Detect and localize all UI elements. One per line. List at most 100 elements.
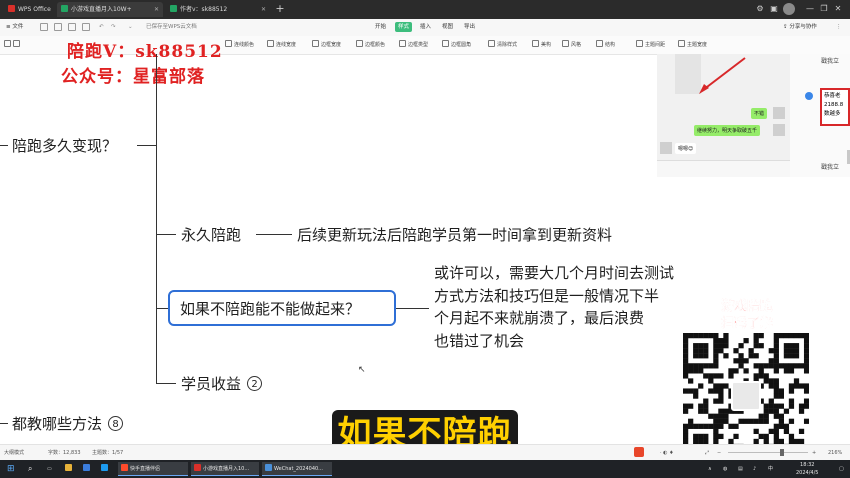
border-type-button[interactable]: 边框类型 <box>399 40 428 50</box>
collapsed-count-badge[interactable]: 8 <box>108 416 124 431</box>
app-icon[interactable] <box>98 462 112 476</box>
undo-icon[interactable]: ↶ <box>96 22 107 32</box>
topic-permanent[interactable]: 永久陪跑 <box>181 224 241 245</box>
chat-bubble-right: 不错 <box>751 108 768 119</box>
zoom-slider[interactable] <box>728 452 808 453</box>
zoom-level[interactable]: 216% <box>828 449 842 457</box>
line-color-button[interactable]: 连线颜色 <box>225 40 254 50</box>
print-icon[interactable] <box>68 23 76 31</box>
zoom-slider-handle[interactable] <box>780 449 784 456</box>
menu-start[interactable]: 开始 <box>372 22 389 32</box>
menu-file[interactable]: ≡ 文件 <box>3 22 26 32</box>
zoom-out-button[interactable]: − <box>717 449 721 457</box>
chat-avatar <box>773 124 785 136</box>
taskbar-wechat-file[interactable]: WeChat_2024040... <box>262 462 332 476</box>
line-width-button[interactable]: 连线宽度 <box>267 40 296 50</box>
chat-bubble-left: 嗯嗯😊 <box>675 143 697 154</box>
search-icon[interactable]: ⌕ <box>25 462 39 476</box>
taskbar-kuaishou[interactable]: 快手直播伴侣 <box>118 462 188 476</box>
line-color-icon <box>225 40 232 47</box>
border-width-button[interactable]: 边框宽度 <box>312 40 341 50</box>
preview-icon[interactable] <box>82 23 90 31</box>
toolbar-prefix <box>4 40 22 50</box>
side-link-2[interactable]: 戳我立 <box>821 162 839 171</box>
topic-methods[interactable]: 都教哪些方法 8 <box>12 413 124 434</box>
connector-line <box>0 145 8 147</box>
close-window-button[interactable]: ✕ <box>832 3 844 15</box>
tray-app-icon[interactable]: ◍ <box>720 462 732 476</box>
window-layout-icon[interactable]: ▣ <box>768 3 780 15</box>
network-icon[interactable]: ▤ <box>735 462 747 476</box>
border-radius-button[interactable]: 边框圆角 <box>442 40 471 50</box>
zoom-in-button[interactable]: + <box>812 449 816 457</box>
minimize-button[interactable]: — <box>804 3 816 15</box>
topic-without-coaching-desc[interactable]: 或许可以，需要大几个月时间去测试 方式方法和技巧但是一般情况下半 个月起不来就崩… <box>434 262 674 352</box>
side-link-1[interactable]: 戳我立 <box>821 56 839 65</box>
ime-indicator[interactable]: 中 <box>765 462 777 476</box>
maximize-button[interactable]: ❐ <box>818 3 830 15</box>
menu-insert[interactable]: 插入 <box>417 22 434 32</box>
qr-center-avatar <box>731 381 761 411</box>
open-icon[interactable] <box>54 23 62 31</box>
topic-permanent-desc[interactable]: 后续更新玩法后陪跑学员第一时间拿到更新资料 <box>297 224 612 245</box>
new-tab-button[interactable]: + <box>274 3 286 15</box>
tab-mindmap-doc[interactable]: 小游戏直播月入10W+ ✕ <box>57 2 163 17</box>
close-tab-icon[interactable]: ✕ <box>154 2 159 17</box>
topic-monetize-time[interactable]: 陪跑多久变现？ <box>12 135 117 156</box>
connector-line <box>396 308 429 310</box>
taskbar: ⊞ ⌕ ▭ 快手直播伴侣 小游戏直播月入10... WeChat_2024040… <box>0 460 850 478</box>
wps-logo-icon <box>8 5 15 12</box>
topic-width-button[interactable]: 主题宽度 <box>678 40 707 50</box>
menu-style[interactable]: 样式 <box>395 22 413 32</box>
more-icon[interactable]: ⋮ <box>833 22 845 32</box>
ime-toolbar[interactable]: · ◐ ♦ <box>660 449 674 457</box>
collapsed-count-badge[interactable]: 2 <box>247 376 263 391</box>
gear-icon[interactable]: ⚙ <box>754 3 766 15</box>
connector-line <box>256 234 292 236</box>
topic-without-coaching[interactable]: 如果不陪跑能不能做起来？ <box>180 298 360 319</box>
clock[interactable]: 18:32 2024/4/5 <box>796 461 818 477</box>
theme-style-button[interactable]: 风格 <box>562 40 581 50</box>
topic-spacing-button[interactable]: 主题间距 <box>636 40 665 50</box>
app-icon[interactable] <box>80 462 94 476</box>
avatar[interactable] <box>783 3 795 15</box>
ime-icon[interactable] <box>634 447 644 457</box>
menu-export[interactable]: 导出 <box>461 22 478 32</box>
topic-benefits[interactable]: 学员收益 2 <box>181 373 263 394</box>
width-icon <box>678 40 685 47</box>
share-button[interactable]: ⇪ 分享与协作 <box>780 22 820 32</box>
border-type-icon <box>399 40 406 47</box>
volume-icon[interactable]: ♪ <box>750 462 762 476</box>
start-menu-icon[interactable]: ⊞ <box>4 462 22 476</box>
close-tab-icon[interactable]: ✕ <box>261 2 266 17</box>
word-count: 字数：12,833 <box>48 450 81 456</box>
border-color-button[interactable]: 边框颜色 <box>356 40 385 50</box>
embedded-chat-screenshot[interactable]: 戳我立 恭喜老 2188.8 数越多 不错 继续努力，明天争取破五千 嗯嗯😊 戳… <box>657 54 850 177</box>
beautify-button[interactable]: 美构 <box>532 40 551 50</box>
tab-wps-office[interactable]: WPS Office <box>4 2 60 17</box>
chat-avatar <box>773 107 785 119</box>
chat-avatar <box>660 142 672 154</box>
topic-count: 主题数：1/57 <box>92 450 124 456</box>
outline-mode-button[interactable]: 大纲模式 <box>4 449 24 457</box>
chat-input-bar[interactable] <box>657 160 790 177</box>
border-color-icon <box>356 40 363 47</box>
save-icon[interactable] <box>40 23 48 31</box>
notification-icon[interactable]: ▢ <box>836 462 848 476</box>
explorer-icon[interactable] <box>62 462 76 476</box>
fit-screen-icon[interactable]: ⤢ <box>705 449 709 457</box>
border-radius-icon <box>442 40 449 47</box>
tab-author-doc[interactable]: 作者v：sk88512 ✕ <box>166 2 270 17</box>
connector-line <box>156 54 158 383</box>
structure-button[interactable]: 结构 <box>596 40 615 50</box>
tray-chevron-icon[interactable]: ∧ <box>705 462 717 476</box>
chevron-down-icon[interactable]: ⌄ <box>125 22 136 32</box>
format-icon <box>4 40 11 47</box>
task-view-icon[interactable]: ▭ <box>44 462 58 476</box>
image-file-icon <box>265 464 272 471</box>
redo-icon[interactable]: ↷ <box>108 22 119 32</box>
taskbar-wps-doc[interactable]: 小游戏直播月入10... <box>191 462 259 476</box>
clear-style-button[interactable]: 清除样式 <box>488 40 517 50</box>
menu-view[interactable]: 视图 <box>439 22 456 32</box>
mindmap-doc-icon <box>170 5 177 12</box>
